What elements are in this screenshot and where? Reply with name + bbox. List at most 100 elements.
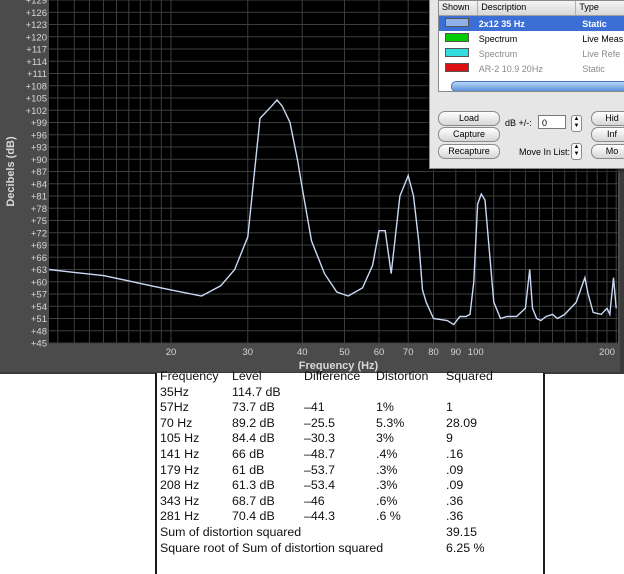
cell-level: 114.7 dB (232, 384, 281, 399)
header-distortion: Distortion (376, 369, 429, 383)
load-button[interactable]: Load (438, 111, 500, 126)
recapture-button[interactable]: Recapture (438, 144, 500, 159)
cell-squared: .09 (446, 462, 464, 477)
x-tick-label: 20 (166, 347, 177, 358)
cell-distortion: .4% (376, 446, 398, 461)
sqrt-row: Square root of Sum of distortion squared… (160, 541, 536, 557)
y-tick-label: +81 (31, 192, 47, 203)
cell-difference: –41 (304, 400, 325, 415)
more-button[interactable]: Mo (591, 144, 624, 159)
cell-difference: –48.7 (304, 446, 336, 461)
color-swatch-icon (445, 48, 469, 57)
y-tick-label: +111 (27, 69, 47, 80)
db-offset-label: dB +/-: (505, 118, 532, 128)
x-tick-label: 90 (450, 347, 461, 358)
y-tick-label: +54 (31, 302, 47, 313)
header-difference: Difference (304, 369, 361, 383)
y-tick-labels: +45 +48+51+54+57 +60+63+66+69 +72+75+78+81 +… (26, 0, 47, 350)
x-tick-label: 80 (428, 347, 439, 358)
x-tick-label: 200 (599, 347, 615, 358)
list-item[interactable]: AR-2 10.9 20Hz Static (439, 61, 624, 76)
cell-frequency: 343 Hz (160, 493, 200, 508)
shown-swatch[interactable] (439, 18, 479, 29)
up-arrow-icon[interactable]: ▲ (574, 116, 580, 122)
table-row: 105 Hz 84.4 dB –30.3 3% 9 (160, 431, 536, 447)
info-button[interactable]: Inf (591, 127, 624, 142)
y-tick-label: +84 (31, 179, 47, 190)
header-frequency: Frequency (160, 369, 219, 383)
cell-distortion: 3% (376, 431, 394, 446)
list-item-description: Spectrum (478, 48, 518, 59)
down-arrow-icon[interactable]: ▼ (574, 151, 580, 157)
cell-distortion: .3% (376, 478, 398, 493)
list-item[interactable]: 2x12 35 Hz Static (439, 16, 624, 31)
list-header: Shown Description Type (439, 1, 624, 16)
up-arrow-icon[interactable]: ▲ (574, 144, 580, 150)
y-tick-label: +129 (26, 0, 47, 7)
y-tick-label: +60 (31, 277, 47, 288)
cell-squared: 28.09 (446, 415, 478, 430)
cell-difference: –53.7 (304, 462, 336, 477)
x-tick-label: 50 (339, 347, 350, 358)
shown-swatch[interactable] (439, 48, 479, 59)
x-tick-labels: 20 30 40 50 60 70 80 90 100 200 (166, 347, 615, 358)
cell-distortion: 1% (376, 400, 394, 415)
cell-frequency: 57Hz (160, 400, 189, 415)
header-level: Level (232, 369, 262, 383)
sqrt-label: Square root of Sum of distortion squared (160, 540, 384, 555)
table-row: 179 Hz 61 dB –53.7 .3% .09 (160, 463, 536, 479)
cell-level: 66 dB (232, 446, 265, 461)
cell-frequency: 281 Hz (160, 509, 200, 524)
cell-difference (304, 385, 376, 401)
db-offset-stepper[interactable]: ▲ ▼ (571, 115, 582, 132)
move-in-list-stepper[interactable]: ▲ ▼ (571, 143, 582, 160)
capture-button[interactable]: Capture (438, 127, 500, 142)
y-tick-label: +51 (31, 314, 47, 325)
table-row: 141 Hz 66 dB –48.7 .4% .16 (160, 447, 536, 463)
color-swatch-icon (445, 33, 469, 42)
y-tick-label: +99 (31, 118, 47, 129)
shown-swatch[interactable] (439, 63, 479, 74)
hide-button[interactable]: Hid (591, 111, 624, 126)
y-tick-label: +96 (31, 130, 47, 141)
header-squared: Squared (446, 369, 493, 383)
cell-frequency: 208 Hz (160, 478, 200, 493)
y-tick-label: +117 (26, 45, 47, 56)
shown-swatch[interactable] (439, 33, 479, 44)
distortion-table: Frequency Level Difference Distortion Square… (160, 369, 536, 556)
cell-level: 84.4 dB (232, 431, 275, 446)
cell-level: 70.4 dB (232, 509, 275, 524)
column-type[interactable]: Type (576, 1, 624, 15)
cell-frequency: 35Hz (160, 384, 189, 399)
list-item[interactable]: Spectrum Live Meas (439, 31, 624, 46)
move-in-list-label: Move In List: (519, 147, 571, 157)
table-row: 343 Hz 68.7 dB –46 .6% .36 (160, 494, 536, 510)
down-arrow-icon[interactable]: ▼ (574, 123, 580, 129)
table-row: 208 Hz 61.3 dB –53.4 .3% .09 (160, 478, 536, 494)
column-description[interactable]: Description (478, 1, 577, 15)
list-item[interactable]: Spectrum Live Refe (439, 46, 624, 61)
y-tick-label: +72 (31, 228, 47, 239)
measurement-list[interactable]: Shown Description Type 2x12 35 Hz Static S… (438, 0, 624, 92)
cell-distortion: .6 % (376, 509, 401, 524)
table-row: 57Hz 73.7 dB –41 1% 1 (160, 400, 536, 416)
y-tick-label: +90 (31, 155, 47, 166)
x-tick-label: 100 (468, 347, 484, 358)
sum-label: Sum of distortion squared (160, 524, 302, 539)
list-item-type: Live Refe (582, 48, 621, 59)
list-item-description: AR-2 10.9 20Hz (478, 63, 543, 74)
y-tick-label: +114 (26, 57, 47, 68)
table-row: 70 Hz 89.2 dB –25.5 5.3% 28.09 (160, 416, 536, 432)
cell-distortion: 5.3% (376, 415, 405, 430)
table-row: 35Hz 114.7 dB (160, 385, 536, 401)
cell-level: 89.2 dB (232, 415, 275, 430)
db-offset-input[interactable]: 0 (538, 115, 566, 129)
column-shown[interactable]: Shown (439, 1, 479, 15)
table-row: 281 Hz 70.4 dB –44.3 .6 % .36 (160, 509, 536, 525)
x-tick-label: 30 (242, 347, 253, 358)
cell-level: 73.7 dB (232, 400, 275, 415)
cell-difference: –44.3 (304, 509, 336, 524)
list-scrollbar[interactable] (451, 81, 624, 91)
y-tick-label: +120 (26, 32, 47, 43)
y-tick-label: +87 (31, 167, 47, 178)
